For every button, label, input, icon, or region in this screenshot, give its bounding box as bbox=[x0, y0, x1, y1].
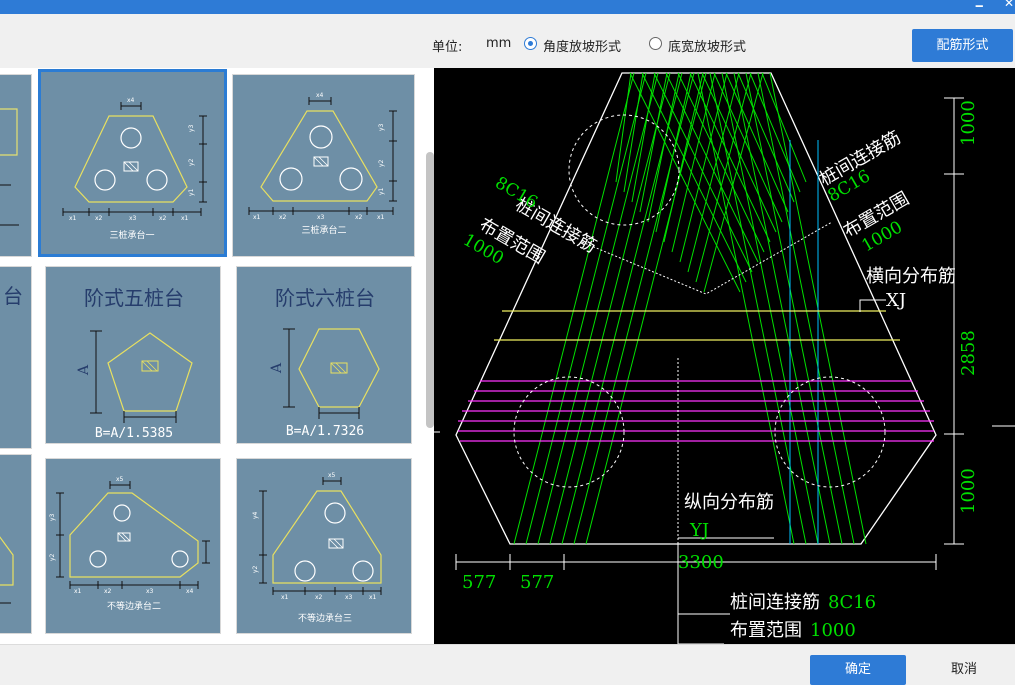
thumb-title: 三桩承台二 bbox=[301, 224, 346, 236]
cad-horiz-code: XJ bbox=[886, 290, 906, 311]
cad-bottom-val1: 8C16 bbox=[828, 592, 876, 613]
template-thumb-partial[interactable] bbox=[0, 454, 32, 634]
thumb-dim-label: x1 bbox=[369, 594, 377, 601]
thumb-dim-label: x1 bbox=[281, 594, 289, 601]
angle-slope-label[interactable]: 角度放坡形式 bbox=[543, 36, 621, 55]
cad-bottom-label2: 布置范围 bbox=[730, 620, 802, 641]
thumb-dim-label: y2 bbox=[49, 553, 56, 561]
thumb-dim-label: A bbox=[76, 364, 92, 376]
template-thumb-unequal-3[interactable]: x5 y4 y2 x1 x2 x3 x1 不等边承台三 bbox=[236, 458, 412, 634]
cad-dim-b: 577 bbox=[520, 572, 554, 593]
title-bar: 🗕 ✕ bbox=[0, 0, 1015, 14]
cad-dim-mid: 2858 bbox=[958, 330, 979, 376]
template-thumb-three-pile-1[interactable]: x4 y3 y2 y1 x1 x2 x3 x2 x1 三桩承台一 bbox=[38, 69, 227, 257]
template-thumb-five-pile[interactable]: 阶式五桩台 A B=A/1.5385 bbox=[45, 266, 221, 444]
cad-dim-bot: 1000 bbox=[958, 468, 979, 514]
thumb-dim-label: x2 bbox=[279, 214, 287, 221]
cad-dim-top: 1000 bbox=[958, 100, 979, 146]
ok-button[interactable]: 确定 bbox=[810, 655, 906, 685]
thumb-title: 阶式五桩台 bbox=[84, 286, 184, 310]
cad-dim-width: 3300 bbox=[678, 552, 724, 573]
template-gallery: x4 y3 y2 y1 x1 x2 x3 x2 x1 三桩承台一 x4 y3 y… bbox=[0, 68, 434, 644]
template-thumb-partial[interactable]: 台 bbox=[0, 266, 32, 449]
thumb-dim-label: x5 bbox=[116, 476, 124, 483]
thumb-dim-label: y3 bbox=[188, 124, 195, 132]
thumb-dim-label: y4 bbox=[252, 511, 259, 519]
cad-dim-a: 577 bbox=[462, 572, 496, 593]
thumb-dim-label: x4 bbox=[127, 97, 135, 104]
thumb-title: 不等边承台三 bbox=[298, 612, 352, 624]
cad-vert-label: 纵向分布筋 bbox=[684, 492, 774, 513]
thumb-title: 不等边承台二 bbox=[107, 600, 161, 612]
thumb-dim-label: x4 bbox=[316, 92, 324, 99]
thumb-dim-label: x1 bbox=[69, 215, 77, 222]
thumb-dim-label: x3 bbox=[129, 215, 137, 222]
width-slope-label[interactable]: 底宽放坡形式 bbox=[668, 36, 746, 55]
thumb-dim-label: x2 bbox=[159, 215, 167, 222]
unit-value: mm bbox=[486, 36, 512, 51]
cad-vert-code: YJ bbox=[689, 520, 709, 541]
thumb-dim-label: x3 bbox=[345, 594, 353, 601]
thumb-dim-label: y2 bbox=[188, 158, 195, 166]
cad-preview: 桩间连接筋 8C16 布置范围 1000 桩间连接筋 8C16 布置范围 100… bbox=[434, 68, 1015, 644]
angle-slope-radio[interactable] bbox=[524, 37, 537, 50]
rebar-form-button[interactable]: 配筋形式 bbox=[912, 29, 1013, 62]
thumb-dim-label: x1 bbox=[181, 215, 189, 222]
template-thumb-unequal-2[interactable]: x5 y3 y2 x1 x2 x3 x4 不等边承台二 bbox=[45, 458, 221, 634]
thumb-dim-label: x1 bbox=[253, 214, 261, 221]
toolbar: 单位: mm 角度放坡形式 底宽放坡形式 配筋形式 bbox=[0, 14, 1015, 70]
dialog-footer: 确定 取消 bbox=[0, 644, 1015, 685]
thumb-dim-label: x1 bbox=[74, 588, 82, 595]
thumb-dim-label: x2 bbox=[104, 588, 112, 595]
thumb-formula: B=A/1.7326 bbox=[286, 424, 364, 439]
cancel-button[interactable]: 取消 bbox=[916, 655, 1012, 685]
thumb-dim-label: x4 bbox=[186, 588, 194, 595]
cad-bottom-val2: 1000 bbox=[810, 620, 856, 641]
thumb-formula: B=A/1.5385 bbox=[95, 426, 173, 441]
close-icon[interactable]: ✕ bbox=[1004, 0, 1014, 10]
thumb-dim-label: y2 bbox=[252, 565, 259, 573]
thumb-dim-label: x3 bbox=[317, 214, 325, 221]
thumb-dim-label: x2 bbox=[95, 215, 103, 222]
template-thumb-partial[interactable] bbox=[0, 74, 32, 257]
thumb-dim-label: A bbox=[269, 362, 285, 374]
thumb-dim-label: y3 bbox=[49, 513, 56, 521]
thumb-dim-label: x5 bbox=[328, 472, 336, 479]
thumb-title: 台 bbox=[3, 284, 23, 308]
thumb-dim-label: x1 bbox=[377, 214, 385, 221]
thumb-dim-label: y1 bbox=[378, 187, 385, 195]
thumb-dim-label: y1 bbox=[188, 188, 195, 196]
thumb-title: 三桩承台一 bbox=[109, 229, 154, 241]
gallery-scrollbar[interactable] bbox=[426, 152, 434, 428]
thumb-title: 阶式六桩台 bbox=[275, 286, 375, 310]
thumb-dim-label: x2 bbox=[355, 214, 363, 221]
cad-bottom-label1: 桩间连接筋 bbox=[730, 592, 820, 613]
unit-label: 单位: bbox=[432, 40, 463, 55]
thumb-dim-label: y3 bbox=[378, 123, 385, 131]
thumb-dim-label: y2 bbox=[378, 159, 385, 167]
template-thumb-six-pile[interactable]: 阶式六桩台 A B=A/1.7326 bbox=[236, 266, 412, 444]
cad-horiz-label: 横向分布筋 bbox=[866, 266, 956, 287]
template-thumb-three-pile-2[interactable]: x4 y3 y2 y1 x1 x2 x3 x2 x1 三桩承台二 bbox=[232, 74, 415, 257]
thumb-dim-label: x2 bbox=[315, 594, 323, 601]
width-slope-radio[interactable] bbox=[649, 37, 662, 50]
thumb-dim-label: x3 bbox=[146, 588, 154, 595]
